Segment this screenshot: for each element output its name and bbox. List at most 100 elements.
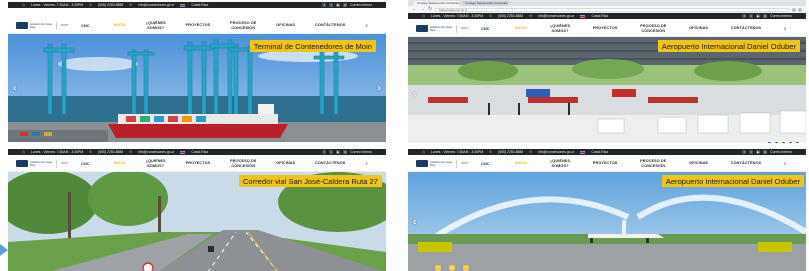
back-icon[interactable]: ← <box>412 6 417 13</box>
chevron-right-icon[interactable]: › <box>378 83 381 94</box>
instagram-icon[interactable]: ◎ <box>343 150 348 154</box>
main-navbar: Gobierno de Costa Rica MOPT CNC INICIO ¿… <box>8 18 386 34</box>
country-text: Costa Rica <box>191 3 209 7</box>
country-text: Costa Rica <box>191 150 209 154</box>
menu-item-contactenos[interactable]: CONTÁCTENOS <box>731 161 761 165</box>
webmail-link[interactable]: Correo Interno <box>770 14 792 18</box>
twitter-icon[interactable]: t <box>749 150 754 154</box>
cnc-text: CNC <box>81 23 90 28</box>
profile-icon[interactable] <box>798 7 802 12</box>
terminal-photo <box>408 37 806 143</box>
url-input[interactable]: https://www.cnc.go.cr <box>435 7 789 12</box>
accessibility-icon[interactable] <box>767 141 772 143</box>
menu-item-inicio[interactable]: INICIO <box>515 161 527 165</box>
twitter-icon[interactable]: t <box>329 150 334 154</box>
menu-item-inicio[interactable]: INICIO <box>114 161 126 165</box>
phone-link[interactable]: (506) 2253-8888 <box>98 3 123 7</box>
clock-icon: ◷ <box>422 14 426 18</box>
menu-item-quienes-somos[interactable]: ¿QUIÉNES SOMOS? <box>146 159 166 167</box>
extension-icon[interactable] <box>792 7 796 12</box>
twitter-icon[interactable]: t <box>329 3 334 7</box>
main-menu: INICIO ¿QUIÉNES SOMOS? PROYECTOS PROCESO… <box>104 21 378 29</box>
main-navbar: Gobierno de Costa Rica MOPT CNC INICIO ¿… <box>408 156 806 172</box>
site-logo[interactable]: Gobierno de Costa Rica MOPT CNC <box>416 24 490 33</box>
twitter-icon[interactable]: t <box>749 14 754 18</box>
menu-item-proyectos[interactable]: PROYECTOS <box>186 161 211 165</box>
phone-link[interactable]: (506) 2253-8888 <box>498 150 523 154</box>
menu-item-oficinas[interactable]: OFICINAS <box>276 23 295 27</box>
phone-icon: ✆ <box>89 150 93 154</box>
browser-tab[interactable]: Consejo Nacional de Concesiones <box>462 1 508 6</box>
facebook-icon[interactable]: f <box>742 14 747 18</box>
country-text: Costa Rica <box>591 14 609 18</box>
menu-item-oficinas[interactable]: OFICINAS <box>689 161 708 165</box>
facebook-icon[interactable]: f <box>742 150 747 154</box>
phone-link[interactable]: (506) 2253-8888 <box>498 14 523 18</box>
zoom-out-icon[interactable] <box>774 141 779 143</box>
hero-carousel: Aeropuerto Internacional Daniel Oduber ‹ <box>408 172 806 271</box>
main-menu: INICIO ¿QUIÉNES SOMOS? PROYECTOS PROCESO… <box>504 159 798 167</box>
menu-item-contactenos[interactable]: CONTÁCTENOS <box>315 161 345 165</box>
menu-item-proceso-concesion[interactable]: PROCESO DE CONCESIÓN <box>230 159 256 167</box>
mail-icon: ✉ <box>129 150 133 154</box>
menu-item-proceso-concesion[interactable]: PROCESO DE CONCESIÓN <box>640 159 666 167</box>
menu-item-oficinas[interactable]: OFICINAS <box>276 161 295 165</box>
site-logo[interactable]: Gobierno de Costa Rica MOPT CNC <box>16 21 90 30</box>
menu-item-proyectos[interactable]: PROYECTOS <box>186 23 211 27</box>
menu-item-proceso-concesion[interactable]: PROCESO DE CONCESIÓN <box>230 21 256 29</box>
contrast-icon[interactable] <box>788 141 793 143</box>
menu-item-proyectos[interactable]: PROYECTOS <box>593 161 618 165</box>
instagram-icon[interactable]: ◎ <box>763 150 768 154</box>
facebook-icon[interactable]: f <box>322 3 327 7</box>
menu-item-oficinas[interactable]: OFICINAS <box>689 26 708 30</box>
search-icon[interactable]: ⌕ <box>784 26 787 32</box>
instagram-icon[interactable]: ◎ <box>763 14 768 18</box>
top-info-bar: ◷ Lunes - Viernes: 7:30AM - 3:30PM ✆ (50… <box>8 2 386 8</box>
search-icon[interactable]: ⌕ <box>365 161 368 167</box>
webmail-link[interactable]: Correo Interno <box>770 150 792 154</box>
webmail-link[interactable]: Correo Interno <box>350 150 372 154</box>
coat-of-arms-icon <box>16 160 28 167</box>
menu-item-inicio[interactable]: INICIO <box>114 23 126 27</box>
email-link[interactable]: info@concesiones.go.cr <box>538 150 574 154</box>
site-logo[interactable]: Gobierno de Costa Rica MOPT CNC <box>416 159 490 168</box>
webmail-link[interactable]: Correo Interno <box>350 3 372 7</box>
flag-icon <box>580 150 586 154</box>
menu-item-quienes-somos[interactable]: ¿QUIÉNES SOMOS? <box>550 24 570 32</box>
hero-carousel: Corredor vial San José-Caldera Ruta 27 <box>8 170 386 271</box>
zoom-in-icon[interactable] <box>781 141 786 143</box>
site-logo[interactable]: Gobierno de Costa Rica MOPT CNC <box>16 159 90 168</box>
menu-item-quienes-somos[interactable]: ¿QUIÉNES SOMOS? <box>146 21 166 29</box>
phone-link[interactable]: (506) 2253-8888 <box>98 150 123 154</box>
youtube-icon[interactable]: ▶ <box>336 3 341 7</box>
chevron-left-icon[interactable]: ‹ <box>13 83 16 94</box>
screenshot-panel-terminal: Consejo Nacional de Concesiones Consejo … <box>408 0 806 143</box>
email-link[interactable]: info@concesiones.go.cr <box>538 14 574 18</box>
menu-item-proceso-concesion[interactable]: PROCESO DE CONCESIÓN <box>640 24 666 32</box>
forward-icon[interactable]: → <box>420 6 425 13</box>
flag-icon <box>180 150 186 154</box>
menu-item-contactenos[interactable]: CONTÁCTENOS <box>315 23 345 27</box>
instagram-icon[interactable]: ◎ <box>343 3 348 7</box>
menu-item-inicio[interactable]: INICIO <box>515 26 527 30</box>
reset-icon[interactable] <box>795 141 800 143</box>
chevron-left-icon[interactable]: ‹ <box>413 88 416 99</box>
email-link[interactable]: info@concesiones.go.cr <box>138 150 174 154</box>
gov-text: Gobierno de Costa Rica <box>430 160 452 167</box>
email-link[interactable]: info@concesiones.go.cr <box>138 3 174 7</box>
youtube-icon[interactable]: ▶ <box>756 14 761 18</box>
menu-item-quienes-somos[interactable]: ¿QUIÉNES SOMOS? <box>550 159 570 167</box>
clock-icon: ◷ <box>422 150 426 154</box>
facebook-icon[interactable]: f <box>322 150 327 154</box>
search-icon[interactable]: ⌕ <box>784 161 787 167</box>
menu-item-contactenos[interactable]: CONTÁCTENOS <box>731 26 761 30</box>
menu-item-proyectos[interactable]: PROYECTOS <box>593 26 618 30</box>
main-navbar: Gobierno de Costa Rica MOPT CNC INICIO ¿… <box>8 156 386 172</box>
youtube-icon[interactable]: ▶ <box>756 150 761 154</box>
coat-of-arms-icon <box>416 160 428 167</box>
top-info-bar: ◷ Lunes - Viernes: 7:30AM - 3:30PM ✆ (50… <box>408 149 806 155</box>
youtube-icon[interactable]: ▶ <box>336 150 341 154</box>
reload-icon[interactable]: ↻ <box>428 6 432 13</box>
search-icon[interactable]: ⌕ <box>365 23 368 29</box>
chevron-left-icon[interactable]: ‹ <box>413 217 416 228</box>
